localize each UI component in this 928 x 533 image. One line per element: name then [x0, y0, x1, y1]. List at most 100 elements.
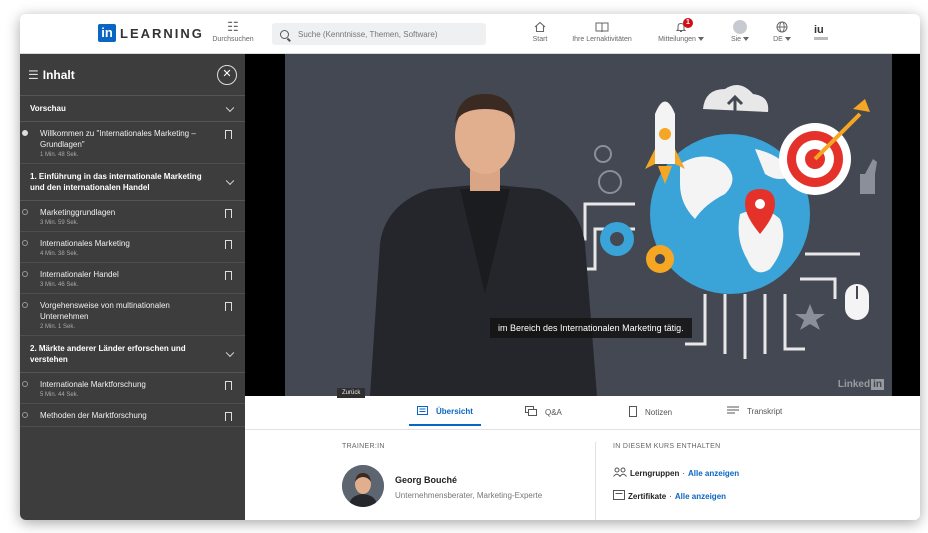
notes-icon	[629, 406, 637, 419]
bell-icon	[650, 20, 712, 34]
divider	[595, 442, 596, 520]
video-player[interactable]: im Bereich des Internationalen Marketing…	[245, 54, 920, 396]
sidebar-header: ☰ Inhalt ✕	[20, 54, 245, 96]
list-icon: ☰	[28, 67, 39, 82]
video-duration: 1 Min. 48 Sek.	[40, 152, 79, 158]
show-all-link[interactable]: Alle anzeigen	[675, 492, 726, 501]
included-item-groups: Lerngruppen · Alle anzeigen	[613, 467, 739, 479]
nav-label-profile: Sie	[730, 36, 742, 43]
video-illustration	[285, 54, 892, 396]
nav-item-profile[interactable]: Sie	[726, 20, 754, 43]
iu-brand-logo[interactable]: iu	[814, 24, 828, 40]
tab-label: Q&A	[545, 407, 562, 417]
video-item[interactable]: Marketinggrundlagen 3 Min. 59 Sek.	[20, 201, 245, 232]
chevron-down-icon	[784, 37, 791, 42]
avatar	[733, 20, 747, 34]
progress-dot-icon	[22, 209, 28, 215]
nav-label-language: DE	[773, 36, 783, 43]
chevron-down-icon	[697, 37, 704, 42]
tab-notes[interactable]: Notizen	[629, 406, 672, 419]
groups-icon	[613, 467, 627, 479]
bookmark-icon[interactable]	[225, 130, 232, 141]
transcript-icon	[727, 406, 739, 416]
video-title: Vorgehensweise von multinationalen Unter…	[40, 301, 170, 321]
bookmark-icon[interactable]	[225, 209, 232, 220]
section-header-preview[interactable]: Vorschau	[20, 96, 245, 122]
video-caption: im Bereich des Internationalen Marketing…	[490, 318, 692, 338]
progress-dot-icon	[22, 302, 28, 308]
trainer-label: TRAINER:IN	[342, 443, 385, 450]
video-item[interactable]: Internationale Marktforschung 5 Min. 44 …	[20, 373, 245, 404]
included-item-certificates: Zertifikate · Alle anzeigen	[613, 490, 726, 502]
tab-transcript[interactable]: Transkript	[727, 406, 782, 416]
linkedin-watermark: Linked in	[837, 379, 884, 390]
nav-item-notifications[interactable]: 1 Mitteilungen	[650, 18, 712, 43]
video-title: Internationaler Handel	[40, 270, 119, 279]
tab-qa[interactable]: Q&A	[525, 406, 562, 418]
linkedin-learning-logo[interactable]: in LEARNING	[98, 24, 204, 42]
nav-item-home[interactable]: Start	[528, 20, 552, 43]
course-tabs: Übersicht Q&A Notizen Transkript	[245, 396, 920, 430]
video-item[interactable]: Willkommen zu "Internationales Marketing…	[20, 122, 245, 164]
tab-overview[interactable]: Übersicht	[409, 406, 481, 426]
nav-label-notifications: Mitteilungen	[658, 36, 696, 43]
top-navigation: in LEARNING ☷ Durchsuchen Start Ihre Ler…	[20, 14, 920, 54]
notification-badge: 1	[683, 18, 693, 28]
progress-dot-icon	[22, 130, 28, 136]
browse-button[interactable]: ☷ Durchsuchen	[207, 20, 259, 44]
video-item[interactable]: Internationales Marketing 4 Min. 38 Sek.	[20, 232, 245, 263]
progress-dot-icon	[22, 412, 28, 418]
video-title: Internationales Marketing	[40, 239, 130, 248]
bookmark-icon[interactable]	[225, 381, 232, 392]
video-title: Internationale Marktforschung	[40, 380, 146, 389]
section-title: 2. Märkte anderer Länder erforschen und …	[30, 344, 186, 364]
video-duration: 2 Min. 1 Sek.	[40, 324, 76, 330]
trainer-name[interactable]: Georg Bouché	[395, 475, 457, 485]
linkedin-logo-icon: in	[98, 24, 116, 42]
bookmark-icon[interactable]	[225, 302, 232, 313]
nav-item-activities[interactable]: Ihre Lernaktivitäten	[564, 20, 640, 43]
overview-icon	[417, 406, 428, 417]
trainer-role: Unternehmensberater, Marketing-Experte	[395, 491, 543, 500]
search-input[interactable]	[298, 29, 478, 39]
linkedin-in-icon: in	[871, 379, 884, 390]
trainer-avatar[interactable]	[342, 465, 384, 507]
bookmark-icon[interactable]	[225, 240, 232, 251]
progress-dot-icon	[22, 271, 28, 277]
bookmark-icon[interactable]	[225, 412, 232, 423]
progress-dot-icon	[22, 381, 28, 387]
section-header-2[interactable]: 2. Märkte anderer Länder erforschen und …	[20, 336, 245, 373]
logo-text: LEARNING	[120, 25, 204, 41]
nav-label-home: Start	[532, 36, 548, 43]
tab-label: Notizen	[645, 408, 673, 417]
video-frame[interactable]: im Bereich des Internationalen Marketing…	[285, 54, 892, 396]
overview-panel: TRAINER:IN Georg Bouché Unternehmensbera…	[245, 430, 920, 520]
sidebar-title: Inhalt	[42, 67, 75, 82]
video-duration: 4 Min. 38 Sek.	[40, 251, 79, 257]
browse-label: Durchsuchen	[212, 36, 254, 43]
nav-label-activities: Ihre Lernaktivitäten	[572, 36, 632, 43]
nav-item-language[interactable]: DE	[768, 20, 796, 43]
section-header-1[interactable]: 1. Einführung in das internationale Mark…	[20, 164, 245, 201]
section-title: 1. Einführung in das internationale Mark…	[30, 172, 202, 192]
search-bar[interactable]	[272, 23, 486, 45]
video-item[interactable]: Vorgehensweise von multinationalen Unter…	[20, 294, 245, 336]
book-icon	[564, 20, 640, 34]
video-title: Methoden der Marktforschung	[40, 411, 147, 420]
bookmark-icon[interactable]	[225, 271, 232, 282]
course-content-sidebar: ☰ Inhalt ✕ Vorschau Willkommen zu "Inter…	[20, 54, 245, 520]
section-title: Vorschau	[30, 104, 66, 113]
globe-icon	[768, 20, 796, 34]
close-sidebar-button[interactable]: ✕	[217, 65, 237, 85]
home-icon	[528, 20, 552, 34]
chevron-down-icon	[743, 37, 750, 42]
certificate-icon	[613, 490, 625, 502]
progress-dot-icon	[22, 240, 28, 246]
video-duration: 3 Min. 59 Sek.	[40, 220, 79, 226]
video-item[interactable]: Methoden der Marktforschung	[20, 404, 245, 427]
video-item[interactable]: Internationaler Handel 3 Min. 46 Sek.	[20, 263, 245, 294]
search-icon	[280, 29, 289, 39]
video-duration: 5 Min. 44 Sek.	[40, 392, 79, 398]
included-item-label: Zertifikate	[628, 491, 667, 501]
show-all-link[interactable]: Alle anzeigen	[688, 469, 739, 478]
